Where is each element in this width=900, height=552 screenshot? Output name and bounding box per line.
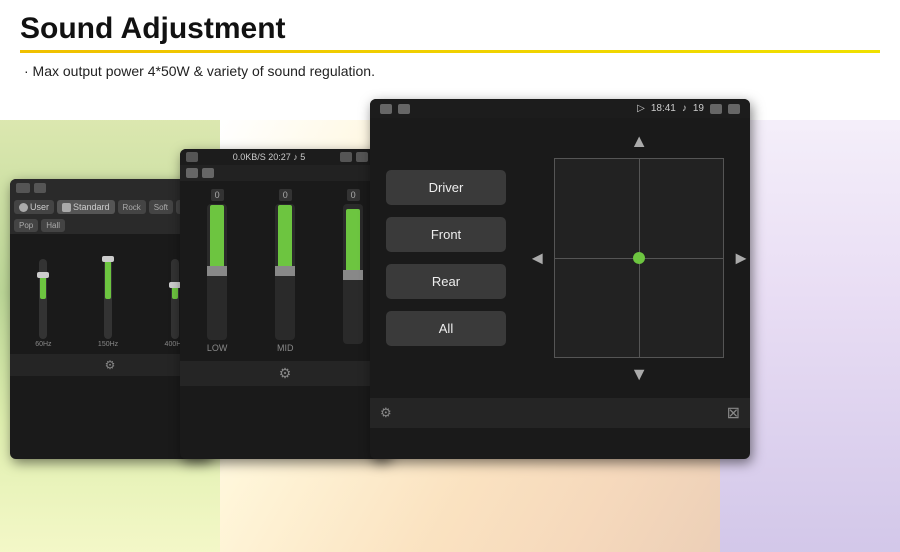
eq-track-mid[interactable] (275, 204, 295, 340)
s3-topbar-right: ▷ 18:41 ♪ 19 (637, 103, 740, 114)
eq-slider-60hz-track[interactable] (39, 259, 47, 339)
speaker-buttons-panel: Driver Front Rear All (370, 118, 528, 398)
eq-thumb-low (207, 266, 227, 276)
balance-grid[interactable] (554, 158, 724, 358)
title-divider (20, 50, 880, 53)
eq-thumb-150hz (102, 256, 114, 262)
user-icon (19, 203, 28, 212)
eq-band-low: 0 LOW (207, 189, 228, 353)
top-section: Sound Adjustment · Max output power 4*50… (0, 0, 900, 79)
preset-standard[interactable]: Standard (57, 200, 115, 214)
eq-thumb-high (343, 270, 363, 280)
menu-icon (34, 183, 46, 193)
eq-settings-icon: ⚙ (279, 365, 292, 382)
eq-band-mid: 0 MID (275, 189, 295, 353)
eq-label-low: LOW (207, 343, 228, 353)
topbar-vol: 19 (693, 103, 704, 114)
eq-band-150hz: 150Hz (98, 259, 118, 348)
eq-val-low: 0 (211, 189, 224, 201)
eq-val-mid: 0 (279, 189, 292, 201)
eq-track-low[interactable] (207, 204, 227, 340)
page-title: Sound Adjustment (20, 12, 880, 46)
balance-control-area: ▲ ◄ ► ▼ (528, 131, 750, 385)
eq-icon-bottom[interactable]: ⚙ (380, 405, 392, 421)
s2-eq-area: 0 LOW 0 MID 0 (180, 181, 390, 361)
all-button[interactable]: All (386, 311, 506, 346)
screen-balance: ▷ 18:41 ♪ 19 Driver Front Rear All (370, 99, 750, 459)
screen-icon3 (710, 104, 722, 114)
shuffle-icon[interactable]: ⊠ (727, 403, 740, 423)
eq-thumb-400hz (169, 282, 181, 288)
balance-dot (633, 252, 645, 264)
arrow-right-icon[interactable]: ► (732, 248, 750, 269)
eq-val-high: 0 (347, 189, 360, 201)
preset-hall[interactable]: Hall (41, 219, 65, 232)
home-icon2 (186, 168, 198, 178)
wifi-icon (186, 152, 198, 162)
s3-topbar: ▷ 18:41 ♪ 19 (370, 99, 750, 118)
rear-button[interactable]: Rear (386, 264, 506, 299)
balance-panel: ▲ ◄ ► ▼ (528, 118, 750, 398)
subtitle: · Max output power 4*50W & variety of so… (24, 63, 880, 79)
menu-icon3 (398, 104, 410, 114)
eq-bottom-icon: ⚙ (105, 358, 116, 372)
s2-bottom-bar: ⚙ (180, 361, 390, 386)
s3-main-content: Driver Front Rear All ▲ ◄ (370, 118, 750, 398)
eq-slider-150hz-track[interactable] (104, 259, 112, 339)
screen-icon (356, 152, 368, 162)
s2-topbar-left-icons (186, 152, 198, 162)
eq-fill-high (346, 209, 360, 274)
screen-eq-full: 0.0KB/S 20:27 ♪ 5 0 LOW (180, 149, 390, 459)
speaker-icon (340, 152, 352, 162)
preset-rock[interactable]: Rock (118, 200, 146, 214)
s2-status-left (186, 168, 214, 178)
balance-middle-row: ◄ ► (528, 158, 750, 358)
driver-button[interactable]: Driver (386, 170, 506, 205)
eq-fill-150hz (105, 259, 111, 299)
back-icon3 (728, 104, 740, 114)
arrow-up-container: ▲ (528, 131, 750, 152)
s2-topbar: 0.0KB/S 20:27 ♪ 5 (180, 149, 390, 165)
topbar-time: 18:41 (651, 103, 676, 114)
eq-thumb-mid (275, 266, 295, 276)
preset-soft[interactable]: Soft (149, 200, 173, 214)
front-button[interactable]: Front (386, 217, 506, 252)
preset-pop[interactable]: Pop (14, 219, 38, 232)
signal-icon: ▷ (637, 103, 645, 114)
eq-label-150hz: 150Hz (98, 341, 118, 348)
eq-thumb-60hz (37, 272, 49, 278)
s2-topbar-info: 0.0KB/S 20:27 ♪ 5 (233, 152, 306, 162)
s2-statusbar (180, 165, 390, 181)
eq-fill-60hz (40, 275, 46, 299)
speaker-icon3: ♪ (682, 103, 687, 114)
screens-area: User Standard Rock Soft Classic Pop Hall (0, 79, 900, 459)
note-icon (62, 203, 71, 212)
arrow-left-icon[interactable]: ◄ (528, 248, 546, 269)
eq-track-high[interactable] (343, 204, 363, 344)
eq-label-mid: MID (277, 343, 294, 353)
preset-user[interactable]: User (14, 200, 54, 214)
menu-icon2 (202, 168, 214, 178)
s3-topbar-left (380, 104, 410, 114)
eq-fill-low (210, 205, 224, 270)
arrow-down-icon[interactable]: ▼ (630, 364, 648, 385)
eq-band-high: 0 (343, 189, 363, 353)
eq-slider-400hz-track[interactable] (171, 259, 179, 339)
eq-label-60hz: 60Hz (35, 341, 51, 348)
eq-band-60hz: 60Hz (35, 259, 51, 348)
arrow-up-icon[interactable]: ▲ (630, 131, 648, 152)
home-icon (16, 183, 30, 193)
arrow-down-container: ▼ (528, 364, 750, 385)
eq-fill-mid (278, 205, 292, 270)
s3-bottom-bar: ⚙ ⊠ (370, 398, 750, 428)
home-icon3 (380, 104, 392, 114)
